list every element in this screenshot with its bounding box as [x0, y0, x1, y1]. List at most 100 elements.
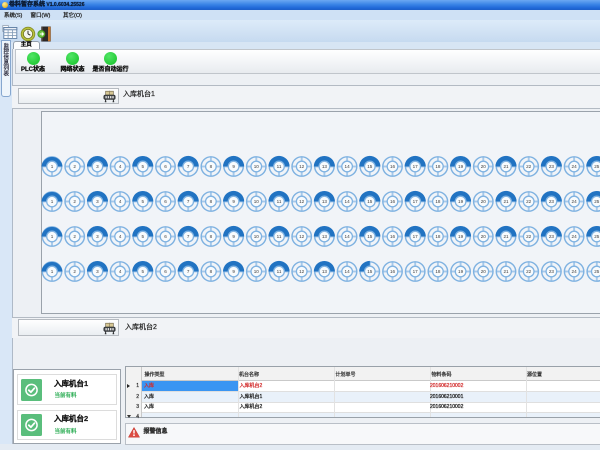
- svg-text:8: 8: [210, 234, 213, 239]
- svg-text:9: 9: [232, 164, 235, 169]
- svg-text:19: 19: [458, 199, 464, 204]
- svg-text:1: 1: [51, 199, 54, 204]
- svg-text:18: 18: [435, 234, 441, 239]
- svg-text:3: 3: [96, 269, 99, 274]
- svg-text:21: 21: [503, 234, 509, 239]
- svg-text:1: 1: [51, 234, 54, 239]
- svg-text:14: 14: [345, 269, 351, 274]
- svg-text:8: 8: [210, 269, 213, 274]
- svg-text:23: 23: [549, 199, 555, 204]
- svg-text:23: 23: [549, 164, 555, 169]
- svg-text:25: 25: [594, 269, 600, 274]
- svg-text:15: 15: [367, 234, 373, 239]
- svg-text:14: 14: [345, 234, 351, 239]
- svg-text:9: 9: [232, 199, 235, 204]
- svg-text:25: 25: [594, 234, 600, 239]
- svg-text:2: 2: [73, 199, 76, 204]
- svg-text:1: 1: [51, 269, 54, 274]
- svg-text:18: 18: [435, 164, 441, 169]
- svg-text:12: 12: [299, 234, 305, 239]
- svg-text:3: 3: [96, 164, 99, 169]
- svg-text:25: 25: [594, 199, 600, 204]
- svg-text:16: 16: [390, 234, 396, 239]
- svg-text:11: 11: [277, 269, 282, 274]
- svg-text:10: 10: [254, 164, 260, 169]
- svg-text:15: 15: [367, 199, 373, 204]
- svg-text:3: 3: [96, 234, 99, 239]
- svg-text:1: 1: [51, 164, 54, 169]
- svg-text:17: 17: [413, 234, 419, 239]
- svg-text:24: 24: [572, 164, 578, 169]
- svg-text:6: 6: [164, 164, 167, 169]
- svg-text:13: 13: [322, 199, 328, 204]
- svg-text:7: 7: [187, 234, 190, 239]
- svg-text:13: 13: [322, 164, 328, 169]
- svg-text:23: 23: [549, 234, 555, 239]
- svg-text:8: 8: [210, 199, 213, 204]
- svg-text:17: 17: [413, 164, 419, 169]
- svg-text:6: 6: [164, 199, 167, 204]
- svg-text:20: 20: [481, 164, 487, 169]
- svg-text:19: 19: [458, 234, 464, 239]
- svg-text:21: 21: [503, 164, 509, 169]
- svg-text:12: 12: [299, 269, 305, 274]
- svg-text:12: 12: [299, 164, 305, 169]
- svg-text:22: 22: [526, 164, 532, 169]
- svg-text:19: 19: [458, 164, 464, 169]
- svg-text:13: 13: [322, 269, 328, 274]
- svg-text:7: 7: [187, 269, 190, 274]
- svg-text:5: 5: [142, 199, 145, 204]
- svg-text:23: 23: [549, 269, 555, 274]
- svg-text:6: 6: [164, 234, 167, 239]
- svg-text:7: 7: [187, 199, 190, 204]
- svg-text:2: 2: [73, 234, 76, 239]
- svg-text:10: 10: [254, 269, 260, 274]
- svg-text:9: 9: [232, 269, 235, 274]
- svg-text:11: 11: [277, 199, 282, 204]
- svg-text:24: 24: [572, 269, 578, 274]
- svg-text:20: 20: [481, 234, 487, 239]
- svg-text:6: 6: [164, 269, 167, 274]
- svg-text:2: 2: [73, 164, 76, 169]
- svg-text:17: 17: [413, 199, 419, 204]
- svg-text:18: 18: [435, 269, 441, 274]
- svg-text:24: 24: [572, 234, 578, 239]
- svg-text:15: 15: [367, 269, 373, 274]
- svg-text:20: 20: [481, 199, 487, 204]
- svg-text:12: 12: [299, 199, 305, 204]
- svg-text:7: 7: [187, 164, 190, 169]
- svg-text:14: 14: [345, 199, 351, 204]
- svg-text:11: 11: [277, 164, 282, 169]
- svg-text:17: 17: [413, 269, 419, 274]
- svg-text:4: 4: [119, 234, 122, 239]
- svg-text:22: 22: [526, 269, 532, 274]
- svg-text:4: 4: [119, 164, 122, 169]
- svg-text:16: 16: [390, 164, 396, 169]
- svg-text:3: 3: [96, 199, 99, 204]
- svg-text:16: 16: [390, 199, 396, 204]
- svg-text:21: 21: [503, 269, 509, 274]
- svg-text:9: 9: [232, 234, 235, 239]
- svg-text:4: 4: [119, 199, 122, 204]
- svg-text:15: 15: [367, 164, 373, 169]
- svg-text:19: 19: [458, 269, 464, 274]
- svg-text:14: 14: [345, 164, 351, 169]
- svg-text:2: 2: [73, 269, 76, 274]
- svg-text:13: 13: [322, 234, 328, 239]
- svg-text:5: 5: [142, 234, 145, 239]
- svg-text:5: 5: [142, 164, 145, 169]
- svg-text:11: 11: [277, 234, 282, 239]
- svg-text:8: 8: [210, 164, 213, 169]
- svg-text:22: 22: [526, 234, 532, 239]
- svg-text:10: 10: [254, 199, 260, 204]
- svg-text:18: 18: [435, 199, 441, 204]
- svg-text:5: 5: [142, 269, 145, 274]
- svg-text:24: 24: [572, 199, 578, 204]
- svg-text:22: 22: [526, 199, 532, 204]
- svg-text:20: 20: [481, 269, 487, 274]
- svg-text:21: 21: [503, 199, 509, 204]
- svg-text:16: 16: [390, 269, 396, 274]
- svg-text:4: 4: [119, 269, 122, 274]
- svg-text:10: 10: [254, 234, 260, 239]
- svg-text:25: 25: [594, 164, 600, 169]
